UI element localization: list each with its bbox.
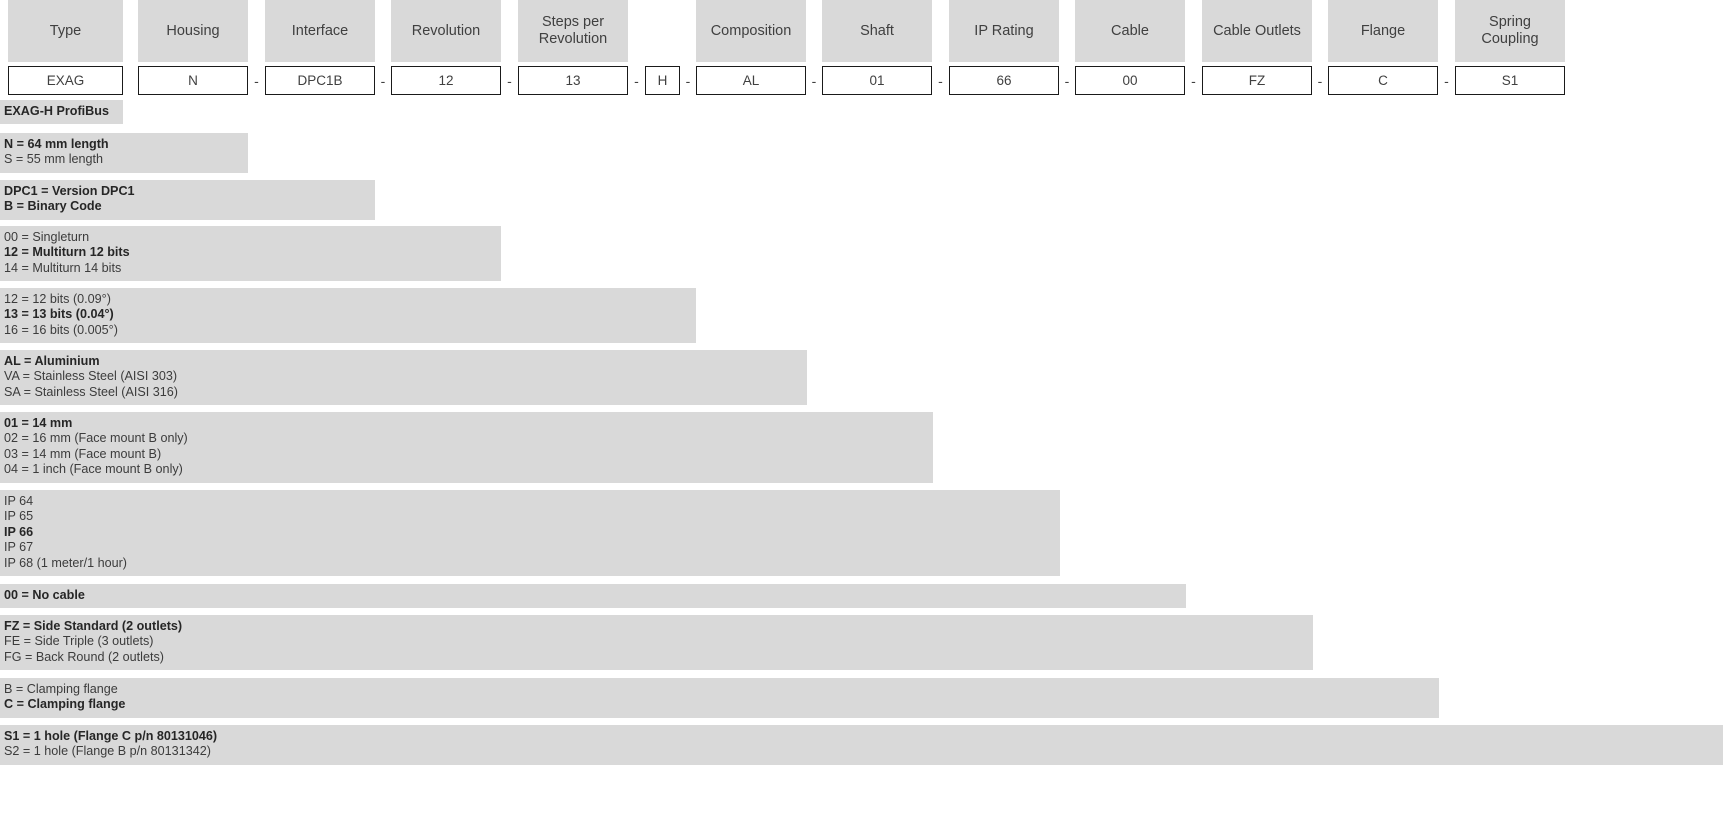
legend-band-spring_coupling: S1 = 1 hole (Flange C p/n 80131046) S2 = …	[0, 725, 1723, 765]
legend-option: IP 67	[4, 540, 34, 555]
config-value-box[interactable]: 12	[391, 66, 501, 95]
config-separator-dash: -	[685, 72, 691, 89]
legend-option: FG = Back Round (2 outlets)	[4, 649, 164, 664]
config-column-unlabeled: H	[645, 0, 680, 95]
legend-option-selected: FZ = Side Standard (2 outlets)	[4, 619, 183, 633]
legend-band-composition: AL = Aluminium VA = Stainless Steel (AISI…	[0, 350, 807, 406]
legend-option-selected: 12 = Multiturn 12 bits	[4, 245, 130, 260]
config-column-cable-outlets: Cable Outlets FZ	[1202, 0, 1312, 95]
config-column-header: Revolution	[391, 0, 501, 62]
config-separator-dash: -	[1191, 72, 1196, 89]
config-value-box[interactable]: 01	[822, 66, 932, 95]
config-separator-dash: -	[811, 72, 817, 89]
config-value-box[interactable]: H	[645, 66, 680, 95]
config-column-header	[645, 0, 680, 62]
legend-option-selected: 13 = 13 bits (0.04°)	[4, 307, 114, 322]
config-separator-dash: -	[380, 72, 386, 89]
config-column-header: Cable	[1075, 0, 1185, 62]
config-value-box[interactable]: 00	[1075, 66, 1185, 95]
config-column-header: IP Rating	[949, 0, 1059, 62]
legend-option: 04 = 1 inch (Face mount B only)	[4, 462, 183, 477]
legend-option: 12 = 12 bits (0.09°)	[4, 292, 111, 306]
legend-band-shaft: 01 = 14 mm 02 = 16 mm (Face mount B only)…	[0, 412, 933, 483]
config-value-box[interactable]: N	[138, 66, 248, 95]
config-value-box[interactable]: S1	[1455, 66, 1565, 95]
legend-option: 14 = Multiturn 14 bits	[4, 260, 122, 275]
config-separator-dash: -	[634, 72, 639, 89]
config-column-spring-coupling: Spring Coupling S1	[1455, 0, 1565, 95]
config-value-box[interactable]: C	[1328, 66, 1438, 95]
legend-option: IP 64	[4, 494, 34, 508]
legend-option-selected: B = Binary Code	[4, 199, 102, 214]
config-separator-dash: -	[1064, 72, 1070, 89]
config-separator-dash: -	[938, 72, 943, 89]
config-column-cable: Cable 00	[1075, 0, 1185, 95]
legend-option: VA = Stainless Steel (AISI 303)	[4, 369, 178, 384]
config-column-steps-per-revolution: Steps per Revolution 13	[518, 0, 628, 95]
config-column-header: Type	[8, 0, 123, 62]
legend-band-type: EXAG-H ProfiBus	[0, 100, 123, 125]
config-column-header: Composition	[696, 0, 806, 62]
legend-option-selected: C = Clamping flange	[4, 697, 126, 712]
config-column-header: Steps per Revolution	[518, 0, 628, 62]
config-column-interface: Interface DPC1B	[265, 0, 375, 95]
config-value-box[interactable]: FZ	[1202, 66, 1312, 95]
legend-option-selected: IP 66	[4, 524, 34, 539]
legend-option: 16 = 16 bits (0.005°)	[4, 322, 118, 337]
legend-band-cable: 00 = No cable	[0, 584, 1186, 609]
config-separator-dash: -	[254, 72, 259, 89]
config-column-header: Flange	[1328, 0, 1438, 62]
config-separator-dash: -	[1317, 72, 1323, 89]
legend-option-selected: 01 = 14 mm	[4, 416, 73, 430]
config-value-box[interactable]: EXAG	[8, 66, 123, 95]
legend-option-selected: AL = Aluminium	[4, 354, 100, 368]
config-column-header: Cable Outlets	[1202, 0, 1312, 62]
legend-option-selected: DPC1 = Version DPC1	[4, 184, 135, 198]
config-column-flange: Flange C	[1328, 0, 1438, 95]
legend-option: FE = Side Triple (3 outlets)	[4, 634, 154, 649]
legend-option: 00 = Singleturn	[4, 230, 90, 244]
part-number-configurator: Type EXAG Housing N Interface DPC1B Revolution…	[0, 0, 1723, 98]
config-value-box[interactable]: 66	[949, 66, 1059, 95]
config-column-revolution: Revolution 12	[391, 0, 501, 95]
config-column-housing: Housing N	[138, 0, 248, 95]
legend-option: IP 68 (1 meter/1 hour)	[4, 555, 127, 570]
config-column-ip-rating: IP Rating 66	[949, 0, 1059, 95]
legend-band-revolution: 00 = Singleturn 12 = Multiturn 12 bits 14 …	[0, 226, 501, 282]
legend-option: 03 = 14 mm (Face mount B)	[4, 446, 162, 461]
config-value-box[interactable]: AL	[696, 66, 806, 95]
config-column-type: Type EXAG	[8, 0, 123, 95]
legend-option-selected: 00 = No cable	[4, 588, 85, 602]
legend-band-steps_per_revolution: 12 = 12 bits (0.09°) 13 = 13 bits (0.04°)…	[0, 288, 696, 344]
config-value-box[interactable]: DPC1B	[265, 66, 375, 95]
legend-band-cable_outlets: FZ = Side Standard (2 outlets) FE = Side …	[0, 615, 1313, 671]
legend-option: SA = Stainless Steel (AISI 316)	[4, 384, 178, 399]
config-column-shaft: Shaft 01	[822, 0, 932, 95]
legend-option-selected: S1 = 1 hole (Flange C p/n 80131046)	[4, 729, 218, 743]
config-column-header: Housing	[138, 0, 248, 62]
legend-option: S2 = 1 hole (Flange B p/n 80131342)	[4, 744, 211, 759]
config-column-header: Spring Coupling	[1455, 0, 1565, 62]
config-column-header: Interface	[265, 0, 375, 62]
config-separator-dash: -	[507, 72, 512, 89]
legend-option-selected: N = 64 mm length	[4, 137, 109, 151]
config-value-box[interactable]: 13	[518, 66, 628, 95]
legend-option-selected: EXAG-H ProfiBus	[4, 104, 109, 118]
legend-band-housing: N = 64 mm length S = 55 mm length	[0, 133, 248, 173]
legend-option: B = Clamping flange	[4, 682, 118, 696]
config-column-composition: Composition AL	[696, 0, 806, 95]
config-column-header: Shaft	[822, 0, 932, 62]
legend-option: 02 = 16 mm (Face mount B only)	[4, 431, 188, 446]
legend-band-flange: B = Clamping flange C = Clamping flange	[0, 678, 1439, 718]
legend-band-ip_rating: IP 64 IP 65 IP 66 IP 67 IP 68 (1 meter/1 hou…	[0, 490, 1060, 577]
legend-band-interface: DPC1 = Version DPC1 B = Binary Code	[0, 180, 375, 220]
config-separator-dash: -	[1444, 72, 1449, 89]
legend-option: IP 65	[4, 509, 34, 524]
legend-option: S = 55 mm length	[4, 152, 104, 167]
